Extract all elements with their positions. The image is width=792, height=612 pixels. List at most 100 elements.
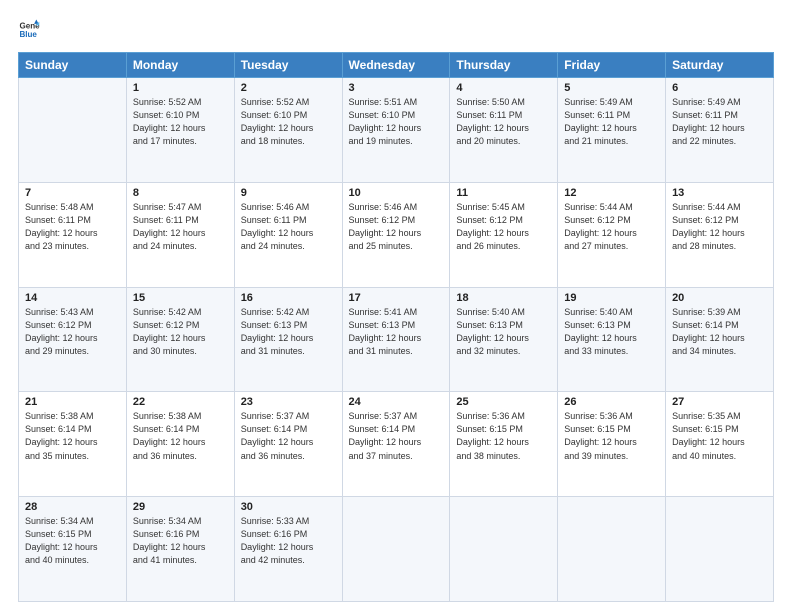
table-cell: 22Sunrise: 5:38 AM Sunset: 6:14 PM Dayli…	[126, 392, 234, 497]
day-number: 22	[133, 396, 228, 408]
day-info: Sunrise: 5:36 AM Sunset: 6:15 PM Dayligh…	[456, 410, 551, 462]
day-info: Sunrise: 5:39 AM Sunset: 6:14 PM Dayligh…	[672, 306, 767, 358]
day-number: 30	[241, 501, 336, 513]
table-cell: 4 Sunrise: 5:50 AM Sunset: 6:11 PM Daylig…	[450, 78, 558, 183]
day-info: Sunrise: 5:40 AM Sunset: 6:13 PM Dayligh…	[564, 306, 659, 358]
day-number: 9	[241, 187, 336, 199]
page: General Blue SundayMondayTuesdayWednesda…	[0, 0, 792, 612]
table-cell: 23 Sunrise: 5:37 AM Sunset: 6:14 PM Dayli…	[234, 392, 342, 497]
day-number: 20	[672, 292, 767, 304]
day-info: Sunrise: 5:44 AM Sunset: 6:12 PM Dayligh…	[564, 201, 659, 253]
day-info: Sunrise: 5:48 AM Sunset: 6:11 PM Dayligh…	[25, 201, 120, 253]
day-number: 6	[672, 82, 767, 94]
table-cell: 16 Sunrise: 5:42 AM Sunset: 6:13 PM Dayli…	[234, 287, 342, 392]
day-info: Sunrise: 5:34 AM Sunset: 6:15 PM Dayligh…	[25, 515, 120, 567]
day-number: 3	[349, 82, 444, 94]
table-cell: 25 Sunrise: 5:36 AM Sunset: 6:15 PM Dayli…	[450, 392, 558, 497]
table-cell: 6 Sunrise: 5:49 AM Sunset: 6:11 PM Daylig…	[666, 78, 774, 183]
col-header-saturday: Saturday	[666, 53, 774, 78]
day-info: Sunrise: 5:44 AM Sunset: 6:12 PM Dayligh…	[672, 201, 767, 253]
day-info: Sunrise: 5:38 AM Sunset: 6:14 PM Dayligh…	[25, 410, 120, 462]
header: General Blue	[18, 18, 774, 40]
day-number: 16	[241, 292, 336, 304]
day-number: 4	[456, 82, 551, 94]
day-number: 23	[241, 396, 336, 408]
table-cell: 30 Sunrise: 5:33 AM Sunset: 6:16 PM Dayli…	[234, 497, 342, 602]
logo-icon: General Blue	[18, 18, 40, 40]
day-info: Sunrise: 5:37 AM Sunset: 6:14 PM Dayligh…	[241, 410, 336, 462]
day-info: Sunrise: 5:47 AM Sunset: 6:11 PM Dayligh…	[133, 201, 228, 253]
table-cell	[19, 78, 127, 183]
day-number: 18	[456, 292, 551, 304]
day-number: 5	[564, 82, 659, 94]
day-number: 14	[25, 292, 120, 304]
table-cell: 11 Sunrise: 5:45 AM Sunset: 6:12 PM Dayli…	[450, 182, 558, 287]
day-info: Sunrise: 5:33 AM Sunset: 6:16 PM Dayligh…	[241, 515, 336, 567]
table-row: 14 Sunrise: 5:43 AM Sunset: 6:12 PM Dayli…	[19, 287, 774, 392]
col-header-sunday: Sunday	[19, 53, 127, 78]
table-cell: 27Sunrise: 5:35 AM Sunset: 6:15 PM Dayli…	[666, 392, 774, 497]
table-cell: 19 Sunrise: 5:40 AM Sunset: 6:13 PM Dayli…	[558, 287, 666, 392]
col-header-thursday: Thursday	[450, 53, 558, 78]
table-row: 1 Sunrise: 5:52 AM Sunset: 6:10 PM Daylig…	[19, 78, 774, 183]
table-cell	[450, 497, 558, 602]
table-cell: 24 Sunrise: 5:37 AM Sunset: 6:14 PM Dayli…	[342, 392, 450, 497]
day-number: 11	[456, 187, 551, 199]
day-number: 25	[456, 396, 551, 408]
col-header-friday: Friday	[558, 53, 666, 78]
table-cell: 5 Sunrise: 5:49 AM Sunset: 6:11 PM Daylig…	[558, 78, 666, 183]
day-number: 12	[564, 187, 659, 199]
table-cell: 12 Sunrise: 5:44 AM Sunset: 6:12 PM Dayli…	[558, 182, 666, 287]
col-header-tuesday: Tuesday	[234, 53, 342, 78]
table-cell	[666, 497, 774, 602]
table-cell: 28 Sunrise: 5:34 AM Sunset: 6:15 PM Dayli…	[19, 497, 127, 602]
day-info: Sunrise: 5:51 AM Sunset: 6:10 PM Dayligh…	[349, 96, 444, 148]
table-cell: 15Sunrise: 5:42 AM Sunset: 6:12 PM Dayli…	[126, 287, 234, 392]
col-header-monday: Monday	[126, 53, 234, 78]
day-info: Sunrise: 5:43 AM Sunset: 6:12 PM Dayligh…	[25, 306, 120, 358]
table-cell	[558, 497, 666, 602]
day-info: Sunrise: 5:35 AM Sunset: 6:15 PM Dayligh…	[672, 410, 767, 462]
day-number: 21	[25, 396, 120, 408]
day-info: Sunrise: 5:42 AM Sunset: 6:12 PM Dayligh…	[133, 306, 228, 358]
col-header-wednesday: Wednesday	[342, 53, 450, 78]
day-number: 17	[349, 292, 444, 304]
day-info: Sunrise: 5:50 AM Sunset: 6:11 PM Dayligh…	[456, 96, 551, 148]
table-cell: 18 Sunrise: 5:40 AM Sunset: 6:13 PM Dayli…	[450, 287, 558, 392]
day-number: 10	[349, 187, 444, 199]
table-row: 7Sunrise: 5:48 AM Sunset: 6:11 PM Daylig…	[19, 182, 774, 287]
table-cell: 17 Sunrise: 5:41 AM Sunset: 6:13 PM Dayli…	[342, 287, 450, 392]
day-info: Sunrise: 5:49 AM Sunset: 6:11 PM Dayligh…	[564, 96, 659, 148]
day-info: Sunrise: 5:52 AM Sunset: 6:10 PM Dayligh…	[241, 96, 336, 148]
table-cell	[342, 497, 450, 602]
logo: General Blue	[18, 18, 42, 40]
table-cell: 26 Sunrise: 5:36 AM Sunset: 6:15 PM Dayli…	[558, 392, 666, 497]
calendar-table: SundayMondayTuesdayWednesdayThursdayFrid…	[18, 52, 774, 602]
day-number: 2	[241, 82, 336, 94]
table-cell: 20 Sunrise: 5:39 AM Sunset: 6:14 PM Dayli…	[666, 287, 774, 392]
day-info: Sunrise: 5:40 AM Sunset: 6:13 PM Dayligh…	[456, 306, 551, 358]
table-row: 21 Sunrise: 5:38 AM Sunset: 6:14 PM Dayli…	[19, 392, 774, 497]
day-info: Sunrise: 5:45 AM Sunset: 6:12 PM Dayligh…	[456, 201, 551, 253]
day-info: Sunrise: 5:36 AM Sunset: 6:15 PM Dayligh…	[564, 410, 659, 462]
day-number: 1	[133, 82, 228, 94]
day-number: 28	[25, 501, 120, 513]
day-info: Sunrise: 5:41 AM Sunset: 6:13 PM Dayligh…	[349, 306, 444, 358]
table-row: 28 Sunrise: 5:34 AM Sunset: 6:15 PM Dayli…	[19, 497, 774, 602]
day-number: 24	[349, 396, 444, 408]
day-number: 26	[564, 396, 659, 408]
table-cell: 13Sunrise: 5:44 AM Sunset: 6:12 PM Dayli…	[666, 182, 774, 287]
table-cell: 10 Sunrise: 5:46 AM Sunset: 6:12 PM Dayli…	[342, 182, 450, 287]
table-cell: 3 Sunrise: 5:51 AM Sunset: 6:10 PM Daylig…	[342, 78, 450, 183]
day-number: 19	[564, 292, 659, 304]
day-info: Sunrise: 5:34 AM Sunset: 6:16 PM Dayligh…	[133, 515, 228, 567]
table-cell: 14 Sunrise: 5:43 AM Sunset: 6:12 PM Dayli…	[19, 287, 127, 392]
day-info: Sunrise: 5:49 AM Sunset: 6:11 PM Dayligh…	[672, 96, 767, 148]
table-cell: 9 Sunrise: 5:46 AM Sunset: 6:11 PM Daylig…	[234, 182, 342, 287]
day-info: Sunrise: 5:37 AM Sunset: 6:14 PM Dayligh…	[349, 410, 444, 462]
day-number: 29	[133, 501, 228, 513]
day-info: Sunrise: 5:46 AM Sunset: 6:11 PM Dayligh…	[241, 201, 336, 253]
day-number: 8	[133, 187, 228, 199]
day-info: Sunrise: 5:42 AM Sunset: 6:13 PM Dayligh…	[241, 306, 336, 358]
day-info: Sunrise: 5:46 AM Sunset: 6:12 PM Dayligh…	[349, 201, 444, 253]
